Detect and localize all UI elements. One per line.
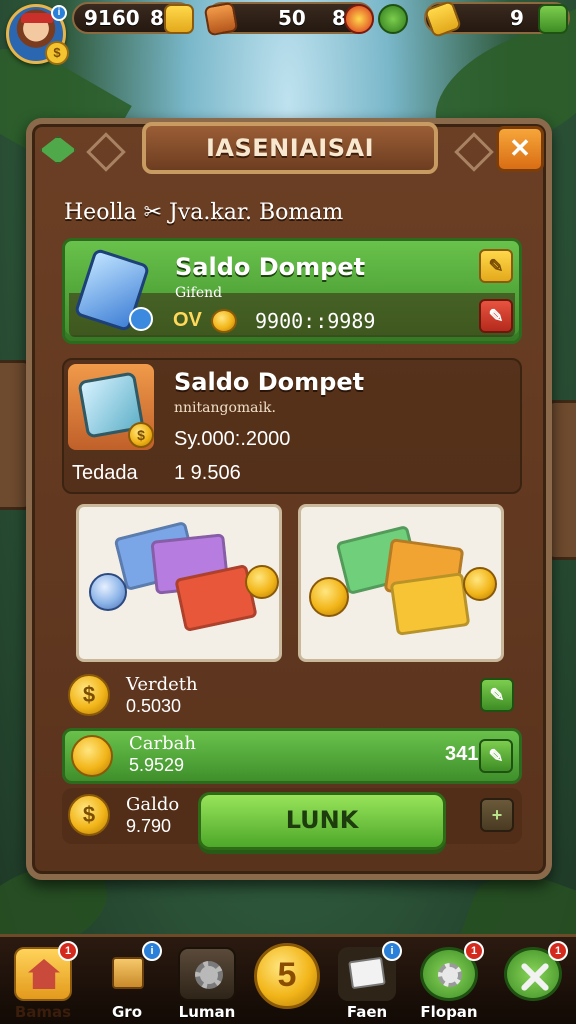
nav-flopan[interactable]: 1 Flopan (414, 941, 484, 1021)
wood-crate-icon (203, 1, 239, 37)
nav-faen-label: Faen (346, 1003, 388, 1021)
info-card-value-2: 1 9.506 (174, 462, 241, 484)
reward-row-2[interactable]: Carbah 5.9529 341 ✎ (62, 728, 522, 784)
wallet-panel: IASENIAISAI ✕ Heolla ✂ Jva.kar. Bomam Sa… (26, 118, 552, 880)
silver-coin-icon (89, 573, 127, 611)
row-2-extra: 341 (445, 743, 479, 765)
wallet-card-title: Saldo Dompet (175, 253, 366, 281)
row-1-edit-button[interactable]: ✎ (480, 678, 514, 712)
diamond-ornament-icon (86, 132, 126, 172)
row-2-edit-button[interactable]: ✎ (479, 739, 513, 773)
green-gem-icon[interactable] (378, 4, 408, 34)
delete-button[interactable]: ✎ (479, 299, 513, 333)
wallet-icon-box: $ (68, 364, 154, 450)
row-1-value: 0.5030 (126, 696, 182, 716)
nav-gro-label: Gro (111, 1003, 142, 1021)
coin-icon: $ (68, 674, 110, 716)
gold-bar-icon (423, 0, 463, 39)
row-2-value: 5.9529 (129, 755, 185, 775)
resource-3-value: 9 (510, 6, 524, 30)
nav-gro[interactable]: i Gro (92, 941, 162, 1021)
nav-luman-label: Luman (178, 1003, 236, 1021)
nav-luman[interactable]: Luman (172, 945, 242, 1021)
nav-battle-badge: 1 (548, 941, 568, 961)
resource-2-value: 50 (278, 6, 306, 30)
nav-flopan-label: Flopan (420, 1003, 478, 1021)
reward-row-1: $ Verdeth 0.5030 ✎ (62, 668, 522, 724)
gold-coin-icon (245, 565, 279, 599)
resource-counter-1[interactable]: 9160 8 (72, 2, 194, 34)
green-gem-ornament-icon (40, 136, 76, 164)
wallet-card-currency: OV (173, 309, 202, 331)
nav-gro-badge: i (142, 941, 162, 961)
top-bar: i $ 9160 8 50 8 9 (0, 0, 576, 70)
bottom-navigation: 1 Bamas i Gro Luman 5 i Faen 1 Flopan 1 (0, 934, 576, 1024)
resource-counter-3[interactable]: 9 (423, 0, 570, 39)
wallet-balance-card[interactable]: Saldo Dompet Gifend OV 9900::9989 ✎ ✎ (62, 238, 522, 344)
row-3-add-button[interactable]: + (480, 798, 514, 832)
resource-1-count: 8 (150, 6, 164, 30)
nav-home[interactable]: 1 Bamas (8, 941, 78, 1021)
row-3-value: 9.790 (126, 816, 172, 836)
gold-coin-icon (164, 4, 194, 34)
panel-title: IASENIAISAI (142, 122, 438, 174)
wallet-info-card: $ Saldo Dompet nnitangomaik. Sy.000:.200… (62, 358, 522, 494)
resource-counter-2[interactable]: 50 8 (203, 1, 374, 37)
wallet-card-subtitle: Gifend (175, 285, 223, 301)
edit-button[interactable]: ✎ (479, 249, 513, 283)
panel-subtitle: Heolla ✂ Jva.kar. Bomam (64, 200, 344, 225)
wallet-card-value: 9900::9989 (255, 309, 376, 333)
resource-1-value: 9160 (84, 6, 140, 30)
gold-coin-icon: 5 (254, 943, 320, 1009)
info-card-label: Tedada (72, 462, 138, 484)
row-2-label: Carbah (129, 733, 196, 754)
nav-battle[interactable]: 1 (498, 941, 568, 1021)
currency-bundle-tile-2[interactable] (298, 504, 504, 662)
diamond-ornament-icon (454, 132, 494, 172)
gear-icon (178, 947, 236, 1001)
lunk-button[interactable]: LUNK (198, 792, 446, 850)
nav-faen-badge: i (382, 941, 402, 961)
gold-coin-icon (463, 567, 497, 601)
info-card-title: Saldo Dompet (174, 368, 365, 396)
gold-coin-icon (309, 577, 349, 617)
coin-icon: $ (68, 794, 110, 836)
row-1-label: Verdeth (126, 674, 198, 695)
nav-home-label: Bamas (14, 1003, 72, 1021)
nav-coin-center[interactable]: 5 (252, 943, 322, 1021)
close-button[interactable]: ✕ (496, 126, 544, 172)
gold-coins-icon (211, 309, 237, 333)
nav-faen[interactable]: i Faen (332, 941, 402, 1021)
nav-home-badge: 1 (58, 941, 78, 961)
gold-bill-icon (389, 572, 471, 636)
chest-plus-icon (344, 4, 374, 34)
coin-icon (71, 735, 113, 777)
row-3-label: Galdo (126, 794, 180, 815)
blue-coin-icon (129, 307, 153, 331)
coin-icon: $ (128, 422, 154, 448)
coin-badge-icon: $ (45, 41, 69, 65)
hat-icon (21, 13, 53, 23)
info-icon[interactable]: i (51, 5, 67, 21)
currency-bundle-tile-1[interactable] (76, 504, 282, 662)
add-resource-icon[interactable] (538, 4, 568, 34)
nav-flopan-badge: 1 (464, 941, 484, 961)
info-card-subtitle: nnitangomaik. (174, 400, 276, 416)
info-card-value: Sy.000:.2000 (174, 428, 291, 450)
player-avatar[interactable]: i $ (6, 4, 69, 65)
